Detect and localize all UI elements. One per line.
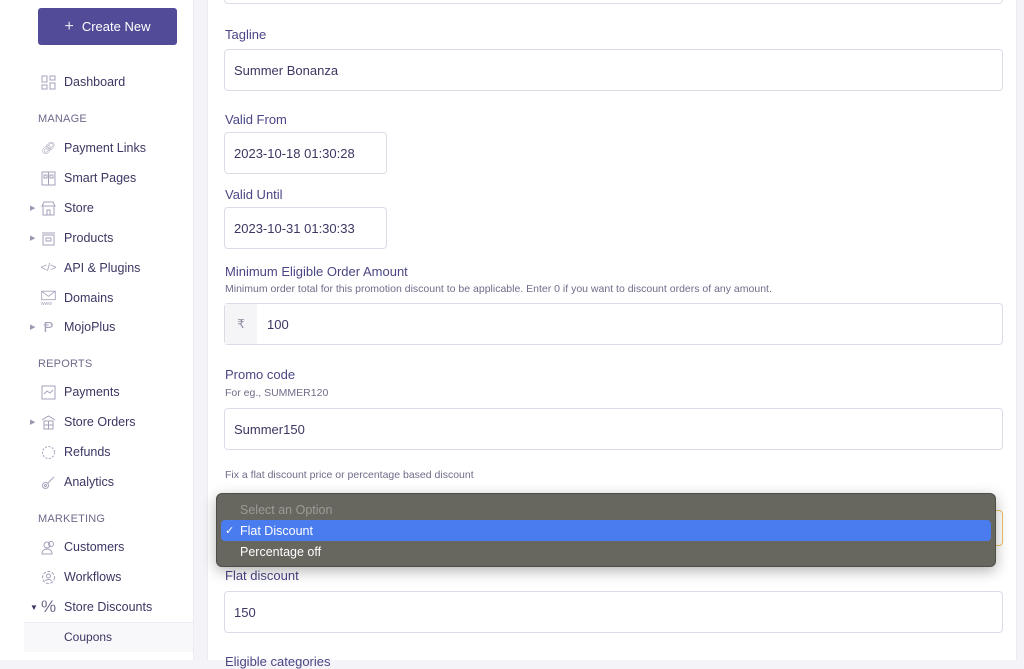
dashboard-icon <box>40 74 57 91</box>
option-percentage-off[interactable]: Percentage off <box>221 541 991 562</box>
sidebar: + Create New Dashboard MANAGE 🔗︎ Payment… <box>0 0 194 660</box>
sidebar-item-api-plugins[interactable]: </> API & Plugins <box>0 255 193 281</box>
sidebar-subitem-coupons[interactable]: Coupons <box>24 622 193 652</box>
caret-right-icon: ▶ <box>30 235 36 242</box>
tagline-input[interactable]: Summer Bonanza <box>224 49 1003 91</box>
pages-icon <box>40 170 57 187</box>
valid-from-label: Valid From <box>225 112 287 127</box>
flat-discount-input[interactable]: 150 <box>224 591 1003 633</box>
section-marketing: MARKETING <box>38 513 106 525</box>
customers-icon <box>40 539 57 556</box>
valid-from-input[interactable]: 2023-10-18 01:30:28 <box>224 132 387 174</box>
mail-www-icon: www <box>40 290 57 307</box>
sidebar-item-workflows[interactable]: Workflows <box>0 564 193 590</box>
valid-until-label: Valid Until <box>225 187 283 202</box>
discount-type-dropdown: Select an Option ✓ Flat Discount Percent… <box>216 493 996 567</box>
sidebar-item-mojoplus[interactable]: ▶ Ᵽ MojoPlus <box>0 314 193 340</box>
section-reports: REPORTS <box>38 358 93 370</box>
caret-right-icon: ▶ <box>30 324 36 331</box>
sidebar-item-analytics[interactable]: Analytics <box>0 469 193 495</box>
store-orders-icon <box>40 414 57 431</box>
workflow-icon <box>40 569 57 586</box>
eligible-categories-label: Eligible categories <box>225 654 331 669</box>
caret-right-icon: ▶ <box>30 205 36 212</box>
sidebar-item-dashboard[interactable]: Dashboard <box>0 69 193 95</box>
box-icon <box>40 230 57 247</box>
create-new-button[interactable]: + Create New <box>38 8 177 45</box>
tagline-label: Tagline <box>225 27 267 42</box>
min-amount-input[interactable]: ₹ 100 <box>224 303 1003 345</box>
sidebar-item-refunds[interactable]: Refunds <box>0 439 193 465</box>
min-amount-help: Minimum order total for this promotion d… <box>225 283 772 295</box>
refund-icon <box>40 444 57 461</box>
section-manage: MANAGE <box>38 113 87 125</box>
sidebar-item-payments[interactable]: Payments <box>0 379 193 405</box>
flat-discount-label: Flat discount <box>225 568 299 583</box>
caret-right-icon: ▶ <box>30 419 36 426</box>
promo-code-input[interactable]: Summer150 <box>224 408 1003 450</box>
promo-code-label: Promo code <box>225 367 296 382</box>
percent-icon: % <box>40 597 57 616</box>
chart-icon <box>40 384 57 401</box>
sidebar-item-store[interactable]: ▶ Store <box>0 195 193 221</box>
previous-input[interactable] <box>224 0 1003 4</box>
mojoplus-icon: Ᵽ <box>43 318 54 336</box>
sidebar-item-customers[interactable]: Customers <box>0 534 193 560</box>
caret-down-icon: ▼ <box>30 602 38 612</box>
sidebar-item-domains[interactable]: www Domains <box>0 285 193 311</box>
promo-code-help: For eg., SUMMER120 <box>225 387 329 399</box>
analytics-icon <box>40 474 57 491</box>
plus-icon: + <box>64 17 74 35</box>
sidebar-item-smart-pages[interactable]: Smart Pages <box>0 165 193 191</box>
min-amount-label: Minimum Eligible Order Amount <box>225 264 408 279</box>
option-select-an-option: Select an Option <box>240 502 333 517</box>
svg-text:www: www <box>41 301 52 307</box>
link-icon: 🔗︎ <box>40 141 57 155</box>
code-icon: </> <box>40 262 57 274</box>
rupee-icon: ₹ <box>225 304 257 344</box>
store-icon <box>40 200 57 217</box>
sidebar-item-payment-links[interactable]: 🔗︎ Payment Links <box>0 135 193 161</box>
option-flat-discount[interactable]: ✓ Flat Discount <box>221 520 991 541</box>
sidebar-item-products[interactable]: ▶ Products <box>0 225 193 251</box>
sidebar-item-store-orders[interactable]: ▶ Store Orders <box>0 409 193 435</box>
valid-until-input[interactable]: 2023-10-31 01:30:33 <box>224 207 387 249</box>
discount-type-help: Fix a flat discount price or percentage … <box>225 469 474 481</box>
sidebar-item-store-discounts[interactable]: ▼ % Store Discounts <box>0 594 193 620</box>
checkmark-icon: ✓ <box>225 525 235 537</box>
